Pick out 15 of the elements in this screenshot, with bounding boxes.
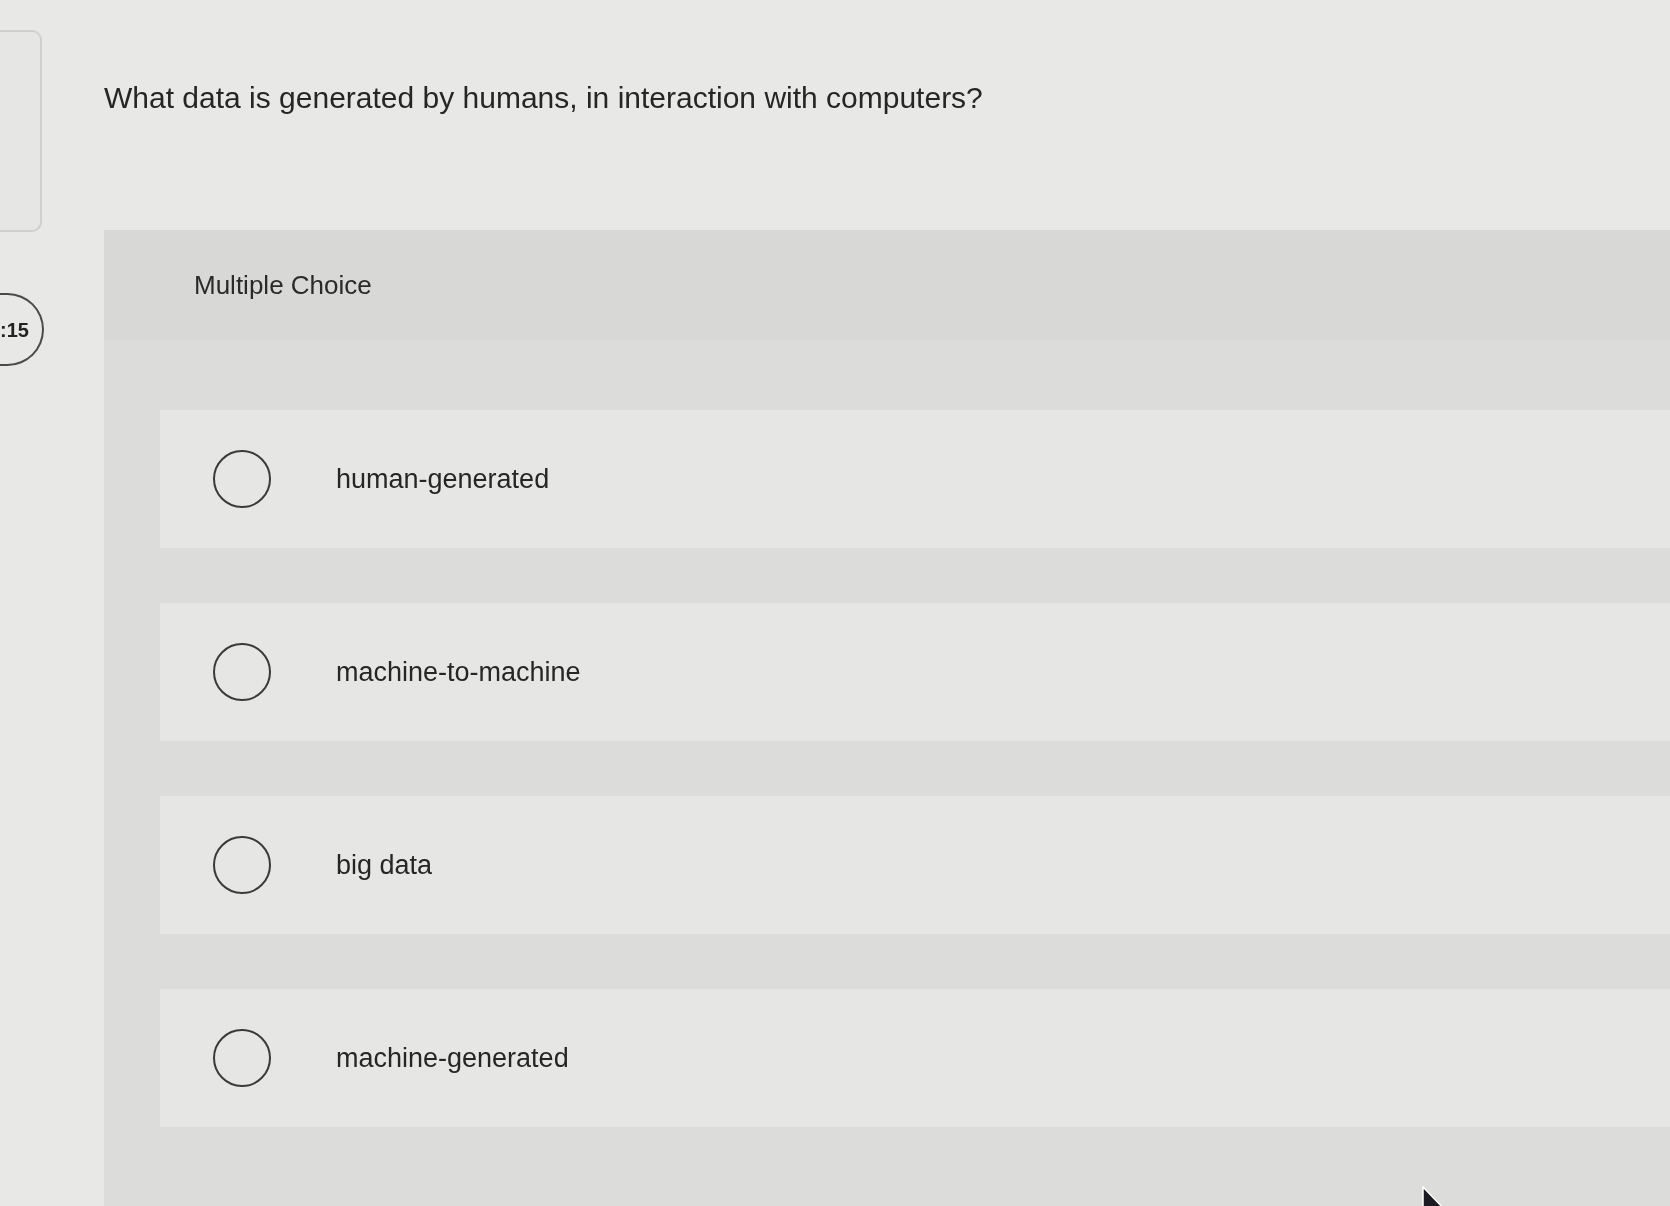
- answer-option[interactable]: machine-to-machine: [160, 603, 1670, 741]
- radio-button[interactable]: [213, 450, 271, 508]
- option-label: machine-to-machine: [336, 655, 581, 689]
- radio-button[interactable]: [213, 643, 271, 701]
- radio-button[interactable]: [213, 836, 271, 894]
- question-type-label: Multiple Choice: [194, 268, 372, 302]
- answer-option[interactable]: human-generated: [160, 410, 1670, 548]
- timer-badge: :15: [0, 293, 44, 366]
- answer-option[interactable]: machine-generated: [160, 989, 1670, 1127]
- question-text: What data is generated by humans, in interaction with computers?: [104, 80, 984, 116]
- option-label: big data: [336, 848, 433, 882]
- option-label: human-generated: [336, 462, 550, 496]
- option-label: machine-generated: [336, 1041, 569, 1075]
- radio-button[interactable]: [213, 1029, 271, 1087]
- answer-option[interactable]: big data: [160, 796, 1670, 934]
